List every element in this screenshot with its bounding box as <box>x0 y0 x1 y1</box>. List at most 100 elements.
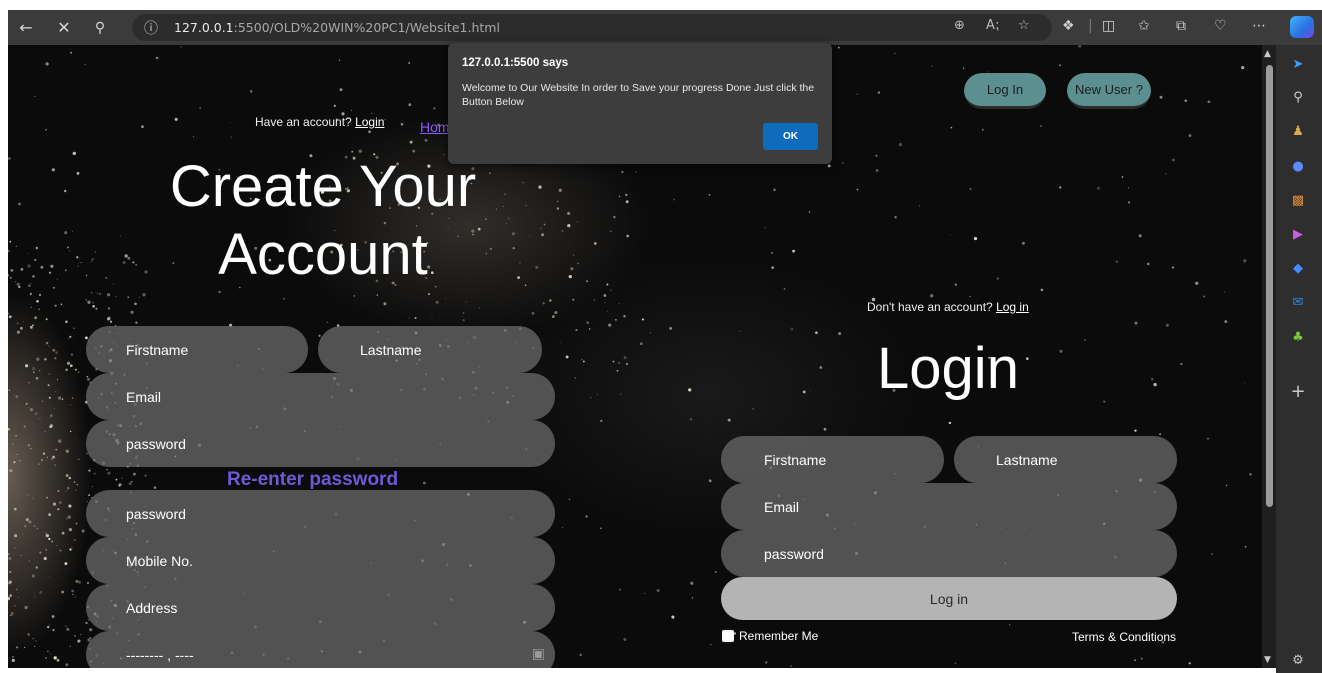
scroll-down-icon[interactable]: ▼ <box>1264 655 1271 665</box>
read-aloud-icon[interactable]: A⁏ <box>986 18 999 33</box>
sparkle-dot <box>353 295 356 297</box>
calendar-icon[interactable]: ▣ <box>532 646 545 662</box>
copilot-sidebar-icon[interactable]: ● <box>1287 155 1309 177</box>
sparkle-dot <box>27 443 31 447</box>
sparkle-dot <box>34 258 37 261</box>
terms-link[interactable]: Terms & Conditions <box>1072 630 1176 644</box>
login-email-input[interactable]: Email <box>721 483 1177 530</box>
scroll-thumb[interactable] <box>1266 65 1273 507</box>
more-icon[interactable]: ⋯ <box>1252 18 1266 34</box>
signup-date-input[interactable]: -------- , ---- ▣ <box>86 631 555 668</box>
search-icon[interactable]: ⚲ <box>86 14 114 41</box>
info-icon[interactable]: ⓘ <box>144 18 158 38</box>
sparkle-dot <box>52 286 55 289</box>
collections-icon[interactable]: ⧉ <box>1176 18 1186 34</box>
sparkle-dot <box>106 469 108 471</box>
sparkle-dot <box>180 46 182 48</box>
sparkle-dot <box>618 195 621 198</box>
sparkle-dot <box>894 52 896 55</box>
sparkle-dot <box>435 300 439 304</box>
scroll-up-icon[interactable]: ▲ <box>1264 49 1271 59</box>
signup-email-input[interactable]: Email <box>86 373 555 420</box>
games-icon[interactable]: ▶ <box>1287 223 1309 245</box>
signup-firstname-input[interactable]: Firstname <box>86 326 308 373</box>
address-bar[interactable]: ⓘ 127.0.0.1:5500/OLD%20WIN%20PC1/Website… <box>132 14 1052 41</box>
sparkle-dot <box>9 570 12 574</box>
sparkle-dot <box>586 321 590 324</box>
sparkle-dot <box>66 486 70 490</box>
puzzle-icon[interactable]: ❖ <box>1062 18 1075 34</box>
sparkle-dot <box>24 605 28 610</box>
sparkle-dot <box>708 479 712 483</box>
login-side-link[interactable]: Log in <box>996 300 1029 314</box>
signup-password-input[interactable]: password <box>86 420 555 467</box>
sparkle-dot <box>55 448 57 451</box>
signup-login-link[interactable]: Login <box>355 115 384 129</box>
sparkle-dot <box>1151 378 1154 381</box>
sparkle-dot <box>46 496 49 499</box>
scrollbar[interactable]: ▲ ▼ <box>1262 45 1276 668</box>
add-icon[interactable]: + <box>1287 380 1309 402</box>
sparkle-dot <box>24 524 27 528</box>
sparkle-dot <box>49 417 51 419</box>
url-text[interactable]: 127.0.0.1:5500/OLD%20WIN%20PC1/Website1.… <box>174 20 500 35</box>
sparkle-dot <box>87 582 89 584</box>
outlook-icon[interactable]: ✉ <box>1287 291 1309 313</box>
remember-checkbox[interactable] <box>722 630 734 642</box>
sparkle-dot <box>462 312 465 314</box>
sparkle-dot <box>1171 266 1174 269</box>
gear-icon[interactable]: ⚙ <box>1287 649 1309 671</box>
sparkle-dot <box>771 266 774 269</box>
sparkle-dot <box>585 515 588 518</box>
arrow-left-icon[interactable]: ← <box>12 14 40 41</box>
sparkle-dot <box>1115 260 1119 263</box>
send-icon[interactable]: ➤ <box>1287 53 1309 75</box>
login-password-input[interactable]: password <box>721 530 1177 577</box>
sparkle-dot <box>32 275 35 278</box>
login-submit-button[interactable]: Log in <box>721 577 1177 620</box>
sparkle-dot <box>586 280 589 283</box>
sparkle-dot <box>606 283 609 286</box>
signup-mobile-input[interactable]: Mobile No. <box>86 537 555 584</box>
sparkle-dot <box>76 256 79 259</box>
tools-icon[interactable]: ▩ <box>1287 189 1309 211</box>
people-icon[interactable]: ♟ <box>1287 120 1309 142</box>
sparkle-dot <box>31 367 36 371</box>
new-user-button[interactable]: New User ? <box>1067 73 1151 109</box>
header-login-button[interactable]: Log In <box>964 73 1046 109</box>
favorites-icon[interactable]: ✩ <box>1138 18 1150 34</box>
sparkle-dot <box>565 355 569 359</box>
copilot-icon[interactable] <box>1290 16 1314 38</box>
star-icon[interactable]: ☆ <box>1018 18 1030 33</box>
sparkle-dot <box>86 375 89 378</box>
sidebar-search-icon[interactable]: ⚲ <box>1287 86 1309 108</box>
home-link[interactable]: Hom <box>420 119 450 135</box>
sparkle-dot <box>26 494 29 496</box>
remember-me[interactable]: Remember Me <box>722 629 818 643</box>
signup-reenter-password-input[interactable]: password <box>86 490 555 537</box>
login-lastname-input[interactable]: Lastname <box>954 436 1177 483</box>
sparkle-dot <box>22 532 24 535</box>
sparkle-dot <box>45 318 48 321</box>
sparkle-dot <box>950 234 952 236</box>
sparkle-dot <box>61 398 64 401</box>
sparkle-dot <box>981 128 984 131</box>
login-firstname-input[interactable]: Firstname <box>721 436 944 483</box>
sparkle-dot <box>75 580 79 583</box>
close-icon[interactable]: ✕ <box>50 14 78 41</box>
sparkle-dot <box>85 621 88 625</box>
heart-icon[interactable]: ♡ <box>1214 18 1227 34</box>
sparkle-dot <box>56 658 60 662</box>
split-screen-icon[interactable]: ◫ <box>1102 18 1115 34</box>
sparkle-dot <box>28 382 30 384</box>
signup-address-input[interactable]: Address <box>86 584 555 631</box>
signup-lastname-input[interactable]: Lastname <box>318 326 542 373</box>
sparkle-dot <box>142 293 146 297</box>
shopping-icon[interactable]: ◆ <box>1287 257 1309 279</box>
sparkle-dot <box>671 615 675 619</box>
zoom-icon[interactable]: ⊕ <box>954 18 965 33</box>
alert-dialog: 127.0.0.1:5500 says Welcome to Our Websi… <box>448 43 832 164</box>
sparkle-dot <box>27 252 29 254</box>
dialog-ok-button[interactable]: OK <box>763 123 818 150</box>
tree-icon[interactable]: ♣ <box>1287 326 1309 348</box>
